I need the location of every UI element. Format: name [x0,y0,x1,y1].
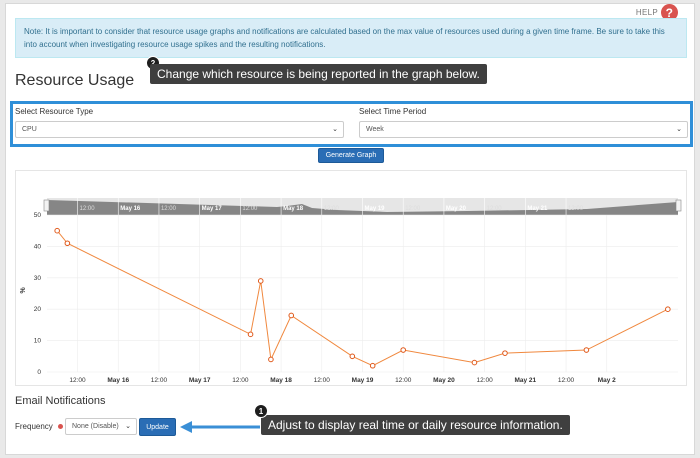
x-tick-label: 12:00 [476,377,493,384]
chevron-down-icon: ⌄ [332,126,338,133]
x-tick-label: 12:00 [395,377,412,384]
x-tick-label: 12:00 [69,377,86,384]
update-button[interactable]: Update [139,418,176,436]
navigator-label: May 17 [202,206,223,212]
y-axis-label: % [20,287,27,294]
generate-graph-button[interactable]: Generate Graph [318,148,384,163]
x-tick-label: May 19 [352,377,374,384]
x-tick-label: May 16 [107,377,129,384]
resource-type-label: Select Resource Type [15,107,94,116]
required-indicator [58,424,63,429]
chevron-down-icon: ⌄ [125,423,131,430]
callout-1: Adjust to display real time or daily res… [261,415,570,435]
navigator-label: May 20 [446,206,467,212]
navigator-label: 12:00 [568,206,584,212]
navigator-label: 12:00 [324,206,340,212]
time-period-value: Week [366,126,384,133]
help-label: HELP [635,8,658,17]
resource-usage-chart: 12:00 May 16 12:00 May 17 12:00 May 18 12:00 Ma… [20,198,682,384]
data-point [369,362,376,369]
resource-type-select[interactable]: CPU ⌄ [15,121,344,138]
data-point [400,347,407,353]
y-tick-label: 20 [34,306,42,313]
page-title: Resource Usage [15,72,135,89]
navigator-label: 12:00 [161,206,177,212]
x-tick-label: 12:00 [232,377,249,384]
navigator-label: May 21 [527,206,548,212]
navigator-label: 12:00 [80,206,96,212]
x-tick-label: May 2 [598,377,616,384]
data-point [471,359,478,366]
navigator-label: 12:00 [242,206,258,212]
x-tick-label: 12:00 [151,377,168,384]
x-tick-label: May 18 [270,377,292,384]
arrow-left-icon [180,421,260,433]
chart-panel: 12:00 May 16 12:00 May 17 12:00 May 18 12:00 Ma… [15,170,687,386]
navigator-label: 12:00 [487,206,503,212]
y-tick-label: 0 [37,369,41,376]
navigator-handle-left [43,199,50,212]
data-point [247,331,254,338]
frequency-label: Frequency [15,422,53,431]
y-tick-label: 50 [34,212,42,219]
x-tick-label: May 21 [514,377,536,384]
data-point [349,353,356,360]
navigator-label: 12:00 [405,206,421,212]
y-tick-label: 10 [34,338,42,345]
email-notifications-title: Email Notifications [15,395,106,407]
navigator-label: May 18 [283,206,304,212]
time-period-label: Select Time Period [359,107,427,116]
data-point [64,240,71,247]
chevron-down-icon: ⌄ [676,126,682,133]
navigator-label: May 16 [120,206,141,212]
data-point [502,350,508,356]
frequency-select[interactable]: None (Disable) ⌄ [65,418,137,435]
y-tick-label: 30 [34,275,42,282]
y-tick-label: 40 [34,243,42,250]
frequency-value: None (Disable) [72,423,119,430]
x-tick-label: 12:00 [314,377,331,384]
data-point [268,356,274,363]
callout-2: Change which resource is being reported … [150,64,487,84]
navigator-label: May 19 [365,206,386,212]
x-tick-label: May 20 [433,377,455,384]
navigator-handle-right [675,199,682,212]
callout-1-badge: 1 [254,404,268,418]
time-period-select[interactable]: Week ⌄ [359,121,688,138]
data-point [583,347,590,353]
x-tick-label: May 17 [189,377,211,384]
info-note: Note: It is important to consider that r… [15,18,687,58]
x-tick-label: 12:00 [558,377,575,384]
data-point [288,312,295,319]
data-point [54,227,60,234]
data-point [665,306,671,312]
data-point [257,278,264,284]
resource-type-value: CPU [22,126,37,133]
